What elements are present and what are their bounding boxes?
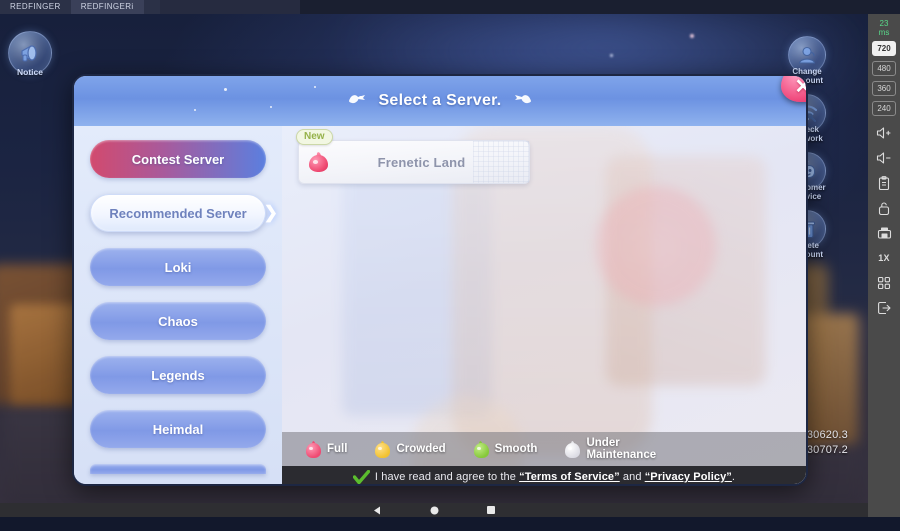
screenshot-icon[interactable] <box>871 221 897 245</box>
status-legend: Full Crowded Smooth Under Maintenance <box>282 432 806 466</box>
legend-item-crowded: Crowded <box>375 440 446 458</box>
sparkle-icon <box>194 109 196 111</box>
game-viewport: 2.230620.3 4.230707.2 Notice Change Acco… <box>0 14 868 517</box>
notice-button-label: Notice <box>17 67 43 77</box>
legend-label-full: Full <box>327 443 348 455</box>
legend-label-crowded: Crowded <box>396 443 446 455</box>
unlock-icon[interactable] <box>871 196 897 220</box>
server-list-item-recommended-server[interactable]: Recommended Server ❯ <box>90 194 278 232</box>
server-list-item-partial[interactable] <box>90 464 266 474</box>
volume-up-icon[interactable] <box>871 121 897 145</box>
slime-icon-crowded <box>375 440 391 458</box>
sparkle-icon <box>224 88 227 91</box>
agreement-middle: and <box>619 471 645 483</box>
background-sparkle <box>610 54 613 57</box>
server-detail-panel: New Frenetic Land Full Crowded Smooth Un… <box>282 126 806 485</box>
chevron-right-icon: ❯ <box>263 203 278 222</box>
server-list-item-heimdal[interactable]: Heimdal <box>90 410 266 448</box>
android-navbar <box>0 503 868 517</box>
resolution-720-button[interactable]: 720 <box>872 41 896 56</box>
recents-icon[interactable] <box>487 506 495 514</box>
server-list-item-label: Heimdal <box>152 421 204 437</box>
agreement-text: I have read and agree to the “Terms of S… <box>375 471 735 483</box>
privacy-policy-link[interactable]: “Privacy Policy” <box>645 471 732 483</box>
server-list-item-chaos[interactable]: Chaos <box>90 302 266 340</box>
server-list: Contest Server Recommended Server ❯ Loki… <box>74 126 282 484</box>
legend-item-full: Full <box>306 440 348 458</box>
terms-of-service-link[interactable]: “Terms of Service” <box>519 471 620 483</box>
ribbon-icon <box>513 92 533 111</box>
resolution-360-button[interactable]: 360 <box>872 81 896 96</box>
checkmark-icon[interactable] <box>352 469 370 485</box>
speed-1x-label: 1X <box>878 253 890 263</box>
server-list-item-label: Contest Server <box>131 151 225 167</box>
clipboard-icon[interactable] <box>871 171 897 195</box>
legend-item-under-maintenance: Under Maintenance <box>565 437 656 461</box>
panel-art-balloon <box>596 186 716 306</box>
notice-button[interactable]: Notice <box>6 31 54 87</box>
grid-apps-icon[interactable] <box>871 271 897 295</box>
dialog-body: Contest Server Recommended Server ❯ Loki… <box>74 126 806 485</box>
new-badge: New <box>296 129 333 145</box>
server-list-item-legends[interactable]: Legends <box>90 356 266 394</box>
legend-label-smooth: Smooth <box>494 443 538 455</box>
server-list-item-loki[interactable]: Loki <box>90 248 266 286</box>
ribbon-icon <box>347 92 367 111</box>
back-icon[interactable] <box>373 506 382 515</box>
latency-value: 23 <box>879 19 889 28</box>
close-x-glyph: ✕ <box>781 76 806 109</box>
slime-icon-under-maintenance <box>565 440 581 458</box>
legend-item-smooth: Smooth <box>473 440 538 458</box>
server-list-item-contest-server[interactable]: Contest Server <box>90 140 266 178</box>
background-sparkle <box>690 34 694 38</box>
taskbar-tab-redfinger[interactable]: REDFINGER <box>0 0 71 14</box>
server-list-item-label: Legends <box>151 367 205 383</box>
select-server-dialog: Select a Server. Contest Server Recommen… <box>72 74 808 486</box>
agreement-prefix: I have read and agree to the <box>374 471 520 483</box>
agreement-bar: I have read and agree to the “Terms of S… <box>282 466 806 485</box>
resolution-240-button[interactable]: 240 <box>872 101 896 116</box>
legend-label-under-maintenance: Under Maintenance <box>586 437 657 461</box>
dialog-title: Select a Server. <box>378 92 502 109</box>
close-dialog-button[interactable]: ✕ <box>781 76 806 102</box>
sparkle-icon <box>270 106 272 108</box>
speed-1x-icon[interactable]: 1X <box>871 246 897 270</box>
exit-icon[interactable] <box>871 296 897 320</box>
volume-down-icon[interactable] <box>871 146 897 170</box>
server-list-item-label: Loki <box>164 259 192 275</box>
taskbar-tab-redfingeri[interactable]: REDFINGERi <box>70 0 144 14</box>
agreement-suffix: . <box>731 471 736 483</box>
slime-icon-full <box>306 440 321 458</box>
latency-indicator: 23 ms <box>879 19 890 37</box>
slime-icon-smooth <box>473 440 489 458</box>
latency-unit: ms <box>878 28 890 37</box>
sparkle-icon <box>359 96 362 99</box>
server-list-item-label: Chaos <box>158 313 198 329</box>
server-status-slime-icon <box>309 151 328 172</box>
home-icon[interactable] <box>430 506 439 515</box>
dialog-header: Select a Server. <box>74 76 806 126</box>
server-list-item-label: Recommended Server <box>109 205 247 221</box>
server-card-name: Frenetic Land <box>377 154 466 170</box>
server-card-frenetic-land[interactable]: Frenetic Land <box>298 140 530 184</box>
emulator-toolbar: 23 ms 720 480 360 240 1X <box>868 14 900 517</box>
server-card-wrapper: New Frenetic Land <box>296 129 530 184</box>
sparkle-icon <box>314 86 316 88</box>
windows-taskbar: REDFINGER REDFINGERi <box>0 0 900 14</box>
resolution-480-button[interactable]: 480 <box>872 61 896 76</box>
